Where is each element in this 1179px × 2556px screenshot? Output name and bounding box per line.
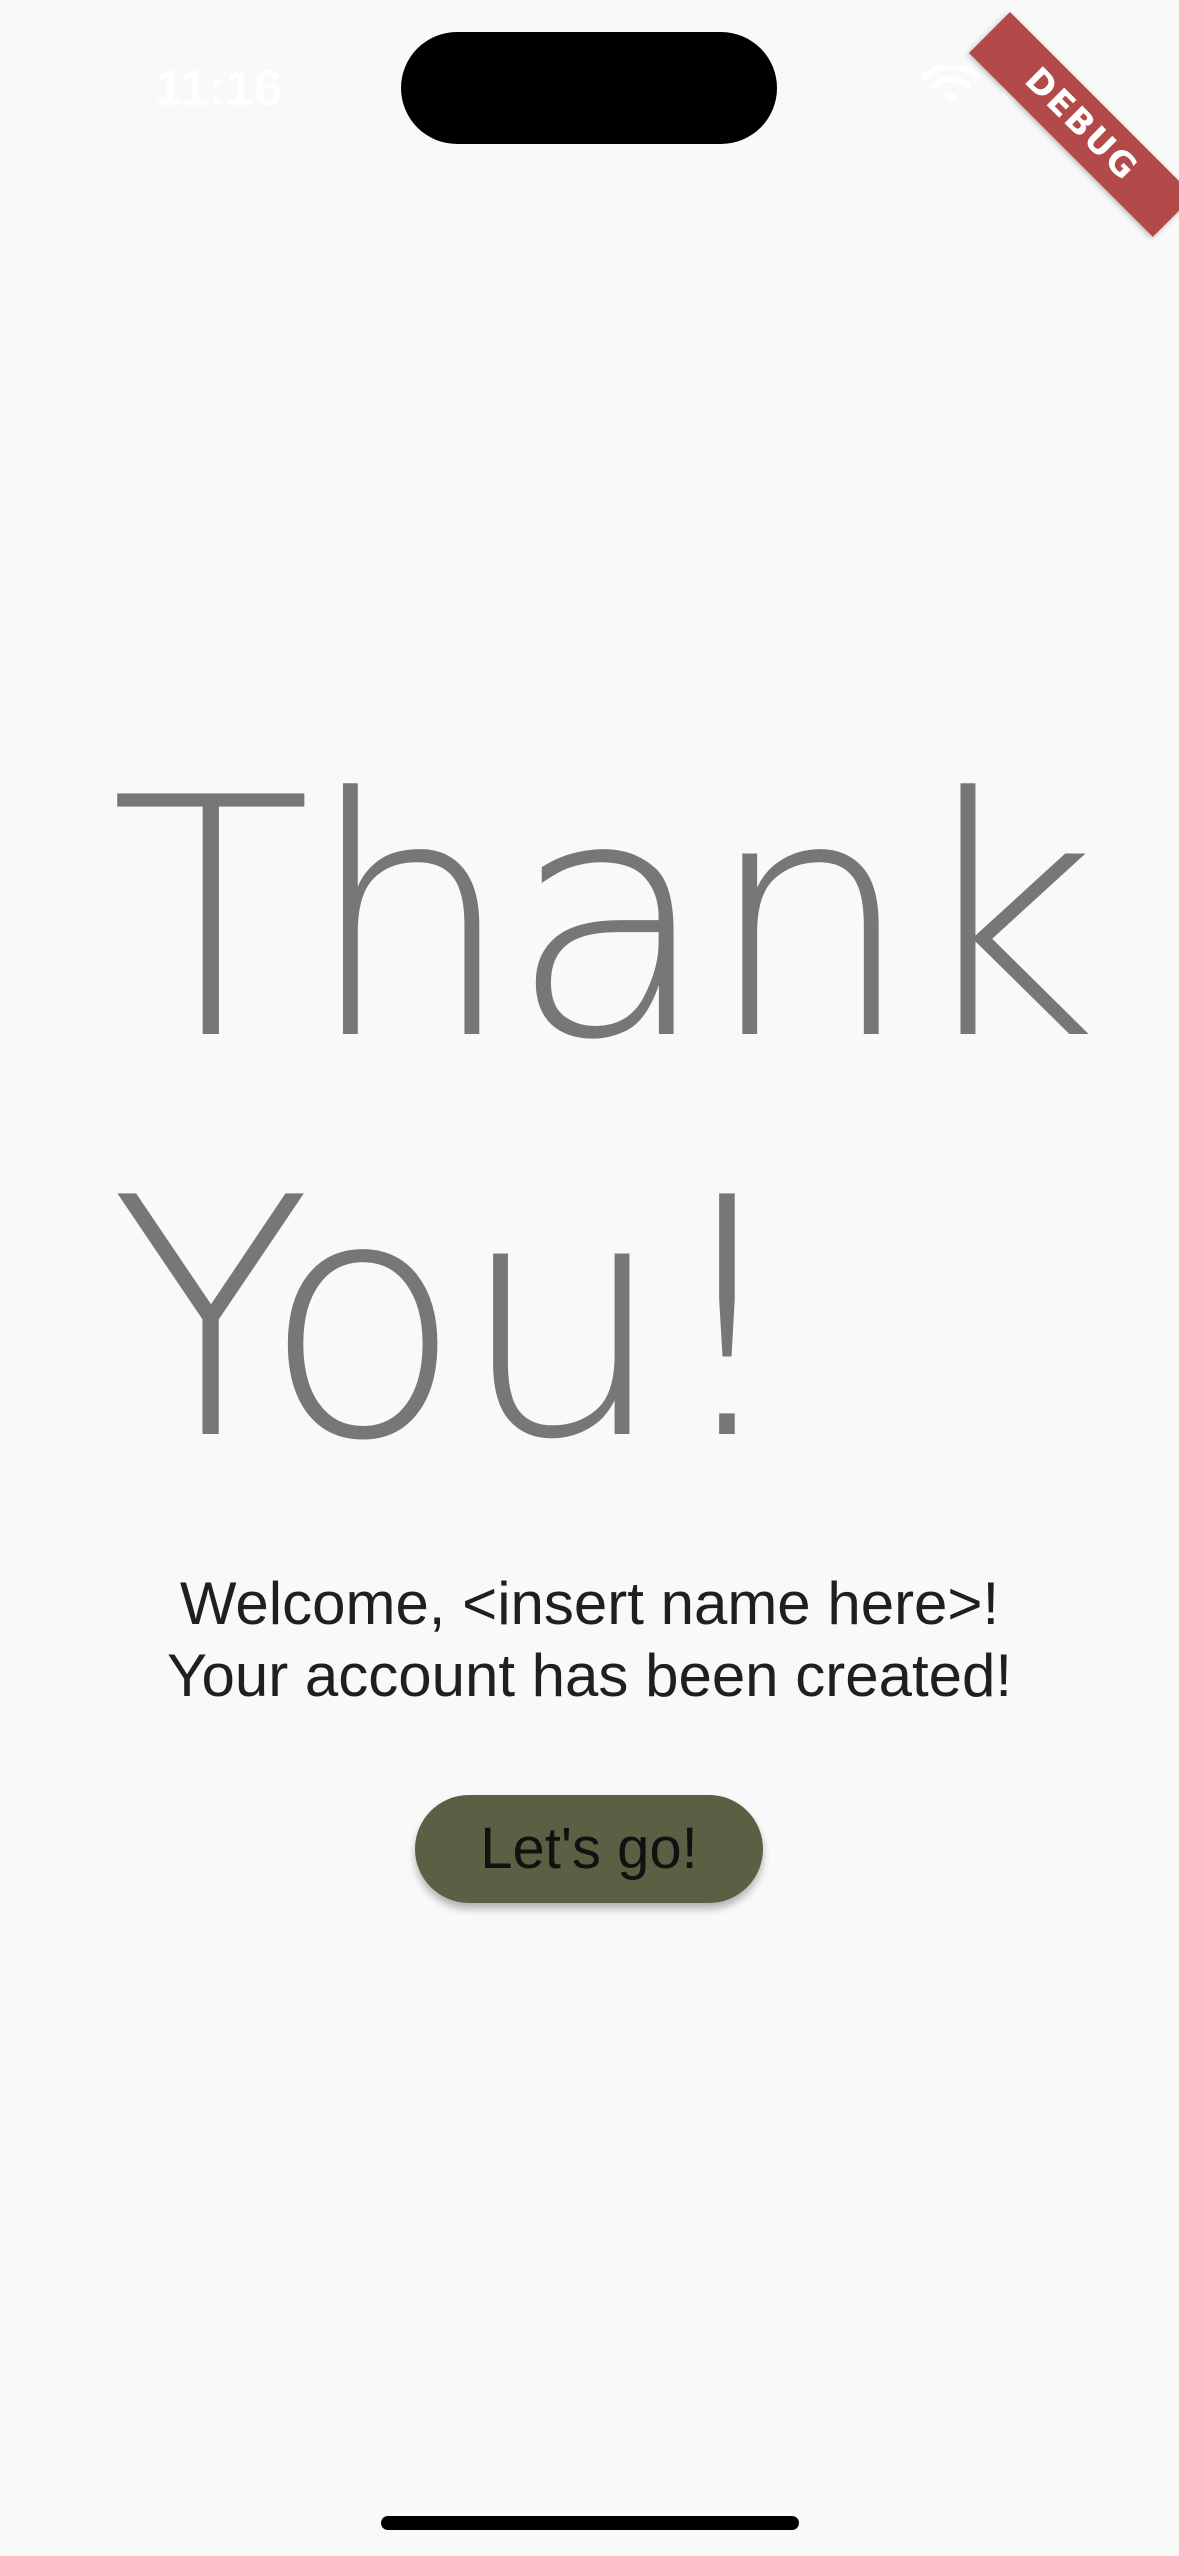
headline-line-2: You! xyxy=(110,1128,793,1512)
lets-go-button[interactable]: Let's go! xyxy=(415,1795,763,1903)
welcome-line: Welcome, <insert name here>! xyxy=(179,1570,1000,1637)
status-time: 11:16 xyxy=(155,60,283,116)
home-indicator[interactable] xyxy=(381,2516,799,2530)
headline-line-1: Thank xyxy=(110,728,1099,1112)
dynamic-island xyxy=(401,32,777,144)
account-created-line: Your account has been created! xyxy=(166,1642,1013,1709)
wifi-icon xyxy=(922,66,980,104)
welcome-message: Welcome, <insert name here>! Your accoun… xyxy=(0,1568,1179,1712)
debug-banner: DEBUG xyxy=(968,12,1179,237)
thank-you-headline: Thank You! xyxy=(110,720,1110,1520)
